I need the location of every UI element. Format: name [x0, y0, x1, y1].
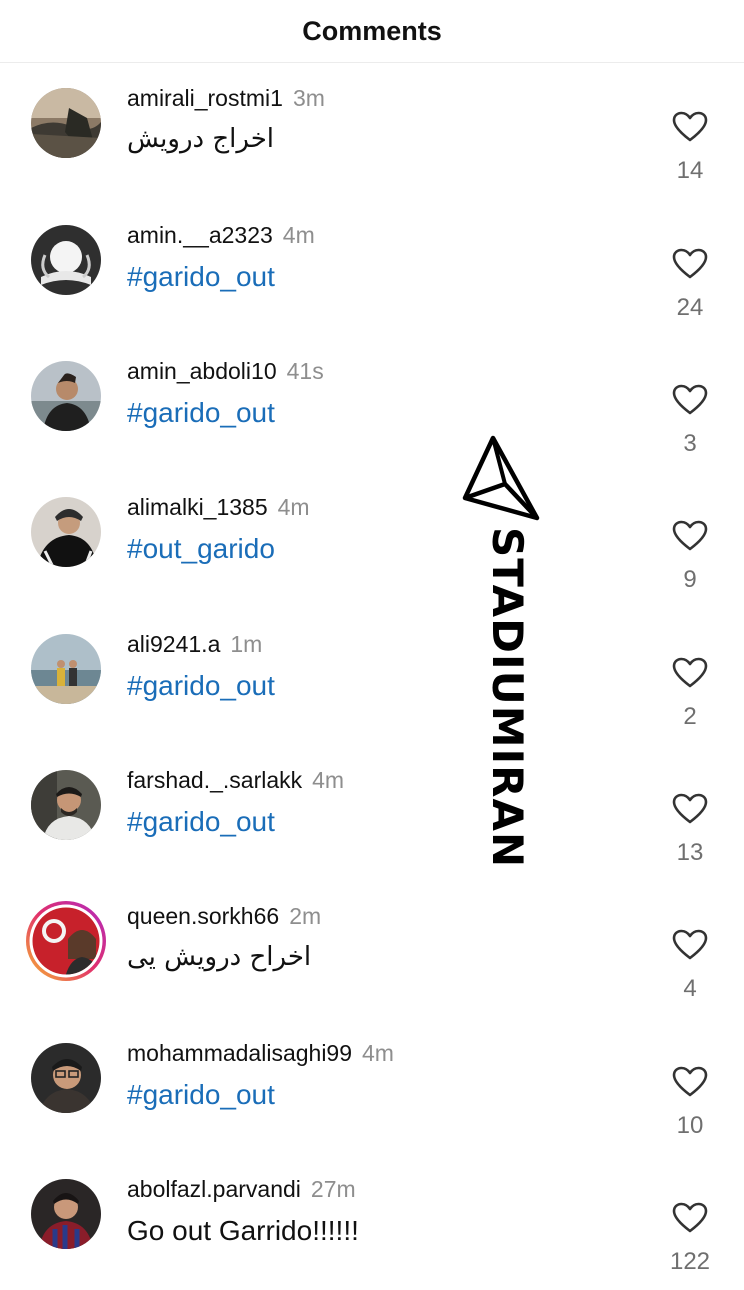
hashtag-link[interactable]: #garido_out [127, 261, 275, 293]
heart-icon[interactable] [672, 384, 708, 416]
timestamp: 3m [292, 85, 325, 111]
username[interactable]: mohammadalisaghi99 [127, 1040, 352, 1066]
username[interactable]: alimalki_1385 [127, 494, 268, 520]
heart-icon[interactable] [672, 1202, 708, 1234]
comment-text: Go out Garrido!!!!!! [127, 1215, 359, 1246]
comment-item: farshad._.sarlakk 4m #garido_out 13 [0, 745, 744, 881]
avatar[interactable] [31, 497, 101, 567]
like-count: 4 [683, 975, 697, 1002]
comment-meta: amin_abdoli10 41s [127, 358, 324, 385]
comment-item: amin_abdoli10 41s #garido_out 3 [0, 336, 744, 472]
like-count: 2 [683, 703, 697, 730]
comment-item: abolfazl.parvandi 27m Go out Garrido!!!!!… [0, 1154, 744, 1290]
comment-text: اخراج درویش [127, 124, 274, 154]
comment-item: mohammadalisaghi99 4m #garido_out 10 [0, 1018, 744, 1154]
timestamp: 41s [286, 358, 324, 384]
like-count: 13 [676, 839, 704, 866]
avatar[interactable] [31, 770, 101, 840]
timestamp: 1m [230, 631, 263, 657]
comment-item: queen.sorkh66 2m اخراح درویش یی 4 [0, 881, 744, 1017]
watermark-text: STADIUMIRAN [483, 527, 532, 869]
heart-icon[interactable] [672, 248, 708, 280]
like-count: 24 [676, 294, 704, 321]
comment-meta: queen.sorkh66 2m [127, 903, 321, 930]
avatar[interactable] [31, 1179, 101, 1249]
avatar[interactable] [31, 88, 101, 158]
timestamp: 2m [289, 903, 322, 929]
username[interactable]: amin_abdoli10 [127, 358, 277, 384]
username[interactable]: queen.sorkh66 [127, 903, 279, 929]
comment-item: alimalki_1385 4m #out_garido 9 [0, 472, 744, 608]
avatar[interactable] [31, 361, 101, 431]
like-count: 9 [683, 566, 697, 593]
watermark-logo: STADIUMIRAN [455, 432, 545, 868]
timestamp: 4m [362, 1040, 394, 1066]
username[interactable]: amirali_rostmi1 [127, 85, 283, 111]
heart-icon[interactable] [672, 111, 708, 143]
timestamp: 4m [282, 222, 315, 248]
comment-item: amin.__a2323 4m #garido_out 24 [0, 200, 744, 336]
hashtag-link[interactable]: #garido_out [127, 397, 275, 429]
comment-item: amirali_rostmi1 3m اخراج درویش 14 [0, 63, 744, 199]
header: Comments [0, 0, 744, 63]
comment-meta: ali9241.a 1m [127, 631, 262, 658]
like-count: 3 [683, 430, 697, 457]
username[interactable]: farshad._.sarlakk [127, 767, 302, 793]
username[interactable]: amin.__a2323 [127, 222, 273, 248]
like-count: 122 [669, 1248, 711, 1275]
heart-icon[interactable] [672, 793, 708, 825]
comment-meta: amirali_rostmi1 3m [127, 85, 325, 112]
comment-meta: amin.__a2323 4m [127, 222, 315, 249]
username[interactable]: abolfazl.parvandi [127, 1176, 301, 1202]
comment-meta: abolfazl.parvandi 27m [127, 1176, 356, 1203]
hashtag-link[interactable]: #out_garido [127, 533, 275, 565]
heart-icon[interactable] [672, 520, 708, 552]
avatar[interactable] [31, 634, 101, 704]
page-title: Comments [302, 15, 442, 46]
comment-text: اخراح درویش یی [127, 942, 312, 972]
comment-item: ali9241.a 1m #garido_out 2 [0, 609, 744, 745]
like-count: 14 [676, 157, 704, 184]
comment-meta: mohammadalisaghi99 4m [127, 1040, 394, 1067]
username[interactable]: ali9241.a [127, 631, 220, 657]
timestamp: 27m [310, 1176, 356, 1202]
paper-plane-icon [462, 435, 540, 521]
like-count: 10 [676, 1112, 704, 1139]
hashtag-link[interactable]: #garido_out [127, 670, 275, 702]
timestamp: 4m [312, 767, 345, 793]
hashtag-link[interactable]: #garido_out [127, 1079, 275, 1111]
comment-meta: alimalki_1385 4m [127, 494, 310, 521]
avatar[interactable] [31, 1043, 101, 1113]
hashtag-link[interactable]: #garido_out [127, 806, 275, 838]
comment-meta: farshad._.sarlakk 4m [127, 767, 344, 794]
story-avatar[interactable] [24, 899, 108, 983]
heart-icon[interactable] [672, 929, 708, 961]
avatar[interactable] [31, 225, 101, 295]
heart-icon[interactable] [672, 1066, 708, 1098]
timestamp: 4m [277, 494, 310, 520]
heart-icon[interactable] [672, 657, 708, 689]
